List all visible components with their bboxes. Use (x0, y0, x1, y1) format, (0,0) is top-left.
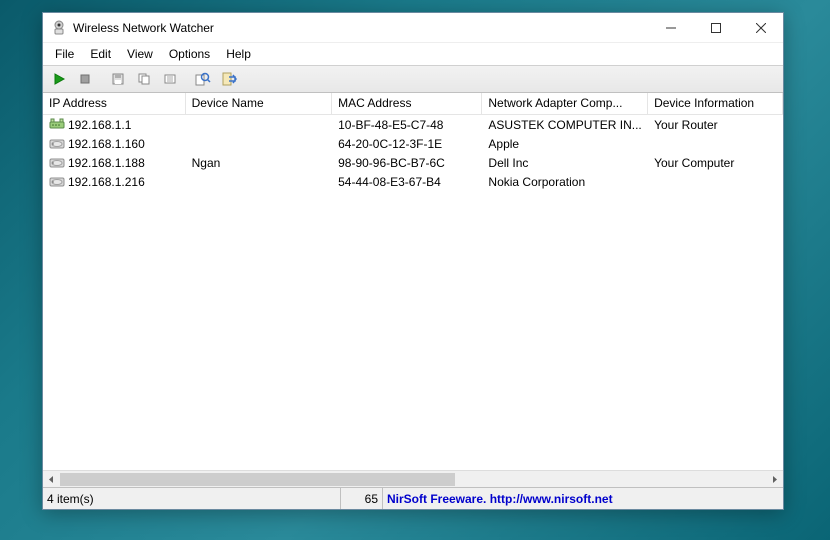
cell-mac: 10-BF-48-E5-C7-48 (332, 118, 482, 132)
toolbar-separator (186, 70, 187, 88)
window-title: Wireless Network Watcher (73, 21, 648, 35)
menu-edit[interactable]: Edit (82, 45, 119, 63)
table-row[interactable]: 192.168.1.188 Ngan98-90-96-BC-B7-6CDell I… (43, 153, 783, 172)
header-company[interactable]: Network Adapter Comp... (482, 93, 648, 114)
ip-text: 192.168.1.160 (68, 137, 145, 151)
menu-options[interactable]: Options (161, 45, 218, 63)
horizontal-scrollbar[interactable] (43, 470, 783, 487)
window-controls (648, 13, 783, 42)
status-credit: NirSoft Freeware. http://www.nirsoft.net (383, 488, 783, 509)
cell-device: Ngan (186, 156, 332, 170)
save-button[interactable] (106, 68, 130, 90)
cell-mac: 64-20-0C-12-3F-1E (332, 137, 482, 151)
rows-container: 192.168.1.1 10-BF-48-E5-C7-48ASUSTEK COMP… (43, 115, 783, 470)
menu-file[interactable]: File (47, 45, 82, 63)
toolbar-separator (101, 70, 102, 88)
scroll-track[interactable] (60, 471, 766, 488)
find-button[interactable] (191, 68, 215, 90)
ip-text: 192.168.1.216 (68, 175, 145, 189)
device-icon (49, 175, 65, 189)
menu-help[interactable]: Help (218, 45, 259, 63)
cell-ip: 192.168.1.1 (43, 118, 186, 132)
device-icon (49, 137, 65, 151)
credit-link[interactable]: NirSoft Freeware. http://www.nirsoft.net (387, 492, 613, 506)
header-ip[interactable]: IP Address (43, 93, 186, 114)
properties-button[interactable] (158, 68, 182, 90)
cell-info: Your Computer (648, 156, 783, 170)
app-icon (51, 20, 67, 36)
cell-ip: 192.168.1.160 (43, 137, 186, 151)
cell-company: Dell Inc (482, 156, 648, 170)
toolbar (43, 65, 783, 93)
cell-company: Apple (482, 137, 648, 151)
router-icon (49, 118, 65, 132)
table-row[interactable]: 192.168.1.1 10-BF-48-E5-C7-48ASUSTEK COMP… (43, 115, 783, 134)
stop-button[interactable] (73, 68, 97, 90)
table-row[interactable]: 192.168.1.216 54-44-08-E3-67-B4Nokia Corp… (43, 172, 783, 191)
cell-company: ASUSTEK COMPUTER IN... (482, 118, 648, 132)
ip-text: 192.168.1.188 (68, 156, 145, 170)
list-view[interactable]: IP Address Device Name MAC Address Netwo… (43, 93, 783, 487)
minimize-button[interactable] (648, 13, 693, 42)
device-icon (49, 156, 65, 170)
cell-ip: 192.168.1.188 (43, 156, 186, 170)
scroll-thumb[interactable] (60, 473, 455, 486)
cell-mac: 98-90-96-BC-B7-6C (332, 156, 482, 170)
column-headers: IP Address Device Name MAC Address Netwo… (43, 93, 783, 115)
maximize-button[interactable] (693, 13, 738, 42)
ip-text: 192.168.1.1 (68, 118, 131, 132)
header-info[interactable]: Device Information (648, 93, 783, 114)
cell-company: Nokia Corporation (482, 175, 648, 189)
play-button[interactable] (47, 68, 71, 90)
status-scan-count: 65 (341, 488, 383, 509)
header-mac[interactable]: MAC Address (332, 93, 482, 114)
menu-view[interactable]: View (119, 45, 161, 63)
cell-ip: 192.168.1.216 (43, 175, 186, 189)
statusbar: 4 item(s) 65 NirSoft Freeware. http://ww… (43, 487, 783, 509)
titlebar: Wireless Network Watcher (43, 13, 783, 43)
app-window: Wireless Network Watcher File Edit View … (42, 12, 784, 510)
scroll-left-button[interactable] (43, 471, 60, 488)
cell-mac: 54-44-08-E3-67-B4 (332, 175, 482, 189)
cell-info: Your Router (648, 118, 783, 132)
scroll-right-button[interactable] (766, 471, 783, 488)
header-device[interactable]: Device Name (186, 93, 332, 114)
table-row[interactable]: 192.168.1.160 64-20-0C-12-3F-1EApple (43, 134, 783, 153)
menubar: File Edit View Options Help (43, 43, 783, 65)
exit-button[interactable] (217, 68, 241, 90)
close-button[interactable] (738, 13, 783, 42)
status-item-count: 4 item(s) (43, 488, 341, 509)
copy-button[interactable] (132, 68, 156, 90)
